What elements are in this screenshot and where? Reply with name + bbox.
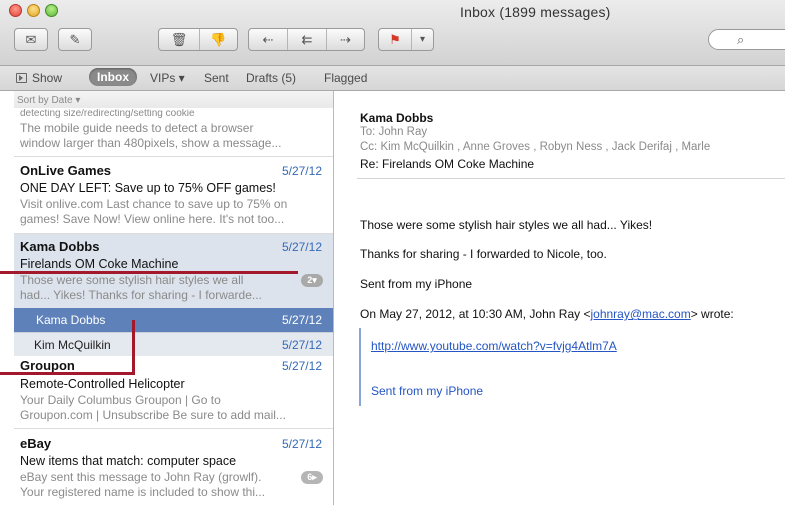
compose-icon: ✎ [69, 31, 81, 47]
favorite-drafts[interactable]: Drafts (5) [246, 71, 296, 85]
flag-menu-button[interactable]: ▾ [411, 29, 433, 50]
trash-icon: 🗑 [170, 31, 188, 47]
quote-bar [359, 328, 361, 406]
zoom-window-button[interactable] [45, 4, 58, 17]
message-preview-line: Those were some stylish hair styles we a… [20, 273, 244, 287]
delete-junk-group: 🗑 👎 [158, 28, 238, 51]
show-label: Show [32, 71, 63, 85]
callout-line-thread-badge [0, 271, 298, 274]
message-list: Sort by Date ▾ detecting size/redirectin… [14, 91, 334, 505]
message-preview-line: had... Yikes! Thanks for sharing - I for… [20, 288, 262, 302]
message-date: 5/27/12 [281, 437, 322, 451]
reply-group: ⇠ ⇇ ⇢ [248, 28, 365, 51]
header-divider [357, 178, 785, 179]
search-field[interactable]: ⌕ [708, 29, 785, 50]
flag-icon: ⚑ [389, 31, 401, 47]
chevron-down-icon: ▾ [419, 34, 426, 45]
message-date: 5/27/12 [281, 240, 322, 254]
message-subject: New items that match: computer space [20, 454, 237, 468]
message-subject: ONE DAY LEFT: Save up to 75% OFF games! [20, 181, 276, 195]
minimize-window-button[interactable] [27, 4, 40, 17]
favorite-vips[interactable]: VIPs ▾ [150, 71, 185, 85]
favorite-flagged[interactable]: Flagged [324, 71, 367, 85]
message-sender: eBay [20, 436, 52, 451]
close-window-button[interactable] [9, 4, 22, 17]
toolbar: Inbox (1899 messages) ✉ ✎ 🗑 👎 ⇠ ⇇ ⇢ ⚑ ▾ … [0, 0, 785, 66]
thread-count-badge[interactable]: 6▸ [301, 471, 323, 484]
message-preview-line: Your Daily Columbus Groupon | Go to [20, 393, 221, 407]
attribution-prefix: On May 27, 2012, at 10:30 AM, John Ray < [360, 307, 591, 321]
thread-sender: Kama Dobbs [36, 313, 106, 327]
thread-message-row[interactable]: Kama Dobbs 5/27/12 [14, 308, 333, 332]
message-preview-line: games! Save Now! View online here. It's … [20, 212, 285, 226]
mailbox-list-icon [16, 73, 27, 83]
message-preview-line: Your registered name is included to show… [20, 485, 266, 499]
reply-button[interactable]: ⇠ [249, 29, 287, 50]
flag-group: ⚑ ▾ [378, 28, 434, 51]
message-sender: Groupon [20, 358, 75, 373]
delete-button[interactable]: 🗑 [159, 29, 199, 50]
list-item[interactable]: eBay 5/27/12 New items that match: compu… [14, 429, 333, 505]
thread-message-row[interactable]: Kim McQuilkin 5/27/12 [14, 332, 333, 356]
reply-icon: ⇠ [262, 31, 274, 47]
message-sender: OnLive Games [20, 163, 112, 178]
callout-line-thread-rows [0, 372, 135, 375]
flag-button[interactable]: ⚑ [379, 29, 411, 50]
message-to: To: John Ray [360, 126, 428, 138]
message-preview-line: detecting size/redirecting/setting cooki… [20, 109, 195, 119]
message-subject: Firelands OM Coke Machine [20, 257, 179, 271]
list-item[interactable]: OnLive Games 5/27/12 ONE DAY LEFT: Save … [14, 157, 333, 234]
message-preview-line: The mobile guide needs to detect a brows… [20, 121, 254, 135]
attribution-suffix: > wrote: [690, 307, 734, 321]
message-date: 5/27/12 [281, 164, 322, 178]
body-line: Sent from my iPhone [360, 277, 473, 291]
message-date: 5/27/12 [281, 359, 322, 373]
callout-line-thread-rows-vertical [132, 320, 135, 375]
sender-email-link[interactable]: johnray@mac.com [590, 307, 690, 321]
youtube-link[interactable]: http://www.youtube.com/watch?v=fvjg4Atlm… [371, 339, 617, 353]
message-preview-line: window larger than 480pixels, show a mes… [20, 136, 282, 150]
quoted-signature: Sent from my iPhone [371, 384, 484, 398]
thread-sender: Kim McQuilkin [34, 338, 111, 352]
message-subject: Remote-Controlled Helicopter [20, 377, 185, 391]
search-icon: ⌕ [737, 32, 745, 47]
reply-all-button[interactable]: ⇇ [287, 29, 326, 50]
forward-button[interactable]: ⇢ [326, 29, 364, 50]
window-title: Inbox (1899 messages) [460, 4, 611, 20]
message-subject-header: Re: Firelands OM Coke Machine [360, 157, 535, 171]
body-line: Thanks for sharing - I forwarded to Nico… [360, 247, 607, 261]
show-mailboxes-button[interactable]: Show [16, 71, 62, 85]
message-cc: Cc: Kim McQuilkin , Anne Groves , Robyn … [360, 141, 711, 153]
message-preview-line: eBay sent this message to John Ray (grow… [20, 470, 262, 484]
get-mail-button[interactable]: ✉ [14, 28, 48, 51]
message-sender: Kama Dobbs [20, 239, 100, 254]
junk-button[interactable]: 👎 [199, 29, 237, 50]
message-preview-line: Groupon.com | Unsubscribe Be sure to add… [20, 408, 286, 422]
mail-window: Inbox (1899 messages) ✉ ✎ 🗑 👎 ⇠ ⇇ ⇢ ⚑ ▾ … [0, 0, 785, 505]
thumbs-down-icon: 👎 [210, 31, 227, 47]
reply-attribution: On May 27, 2012, at 10:30 AM, John Ray <… [360, 307, 734, 321]
forward-icon: ⇢ [340, 31, 351, 47]
favorite-inbox[interactable]: Inbox [89, 68, 137, 86]
reply-all-icon: ⇇ [301, 31, 313, 47]
list-item[interactable]: detecting size/redirecting/setting cooki… [14, 108, 333, 157]
thread-date: 5/27/12 [281, 338, 322, 352]
message-preview-line: Visit onlive.com Last chance to save up … [20, 197, 288, 211]
list-item[interactable]: Groupon 5/27/12 Remote-Controlled Helico… [14, 356, 333, 429]
favorite-sent[interactable]: Sent [204, 71, 229, 85]
thread-count-badge[interactable]: 2▾ [301, 274, 323, 287]
thread-date: 5/27/12 [281, 313, 322, 327]
message-from[interactable]: Kama Dobbs [360, 111, 433, 125]
sort-menu[interactable]: Sort by Date ▾ [14, 91, 333, 108]
envelope-icon: ✉ [25, 31, 37, 47]
message-viewer: Kama Dobbs To: John Ray Cc: Kim McQuilki… [335, 91, 785, 505]
compose-button[interactable]: ✎ [58, 28, 92, 51]
favorites-bar: Show Inbox VIPs ▾ Sent Drafts (5) Flagge… [0, 66, 785, 91]
body-line: Those were some stylish hair styles we a… [360, 218, 653, 232]
